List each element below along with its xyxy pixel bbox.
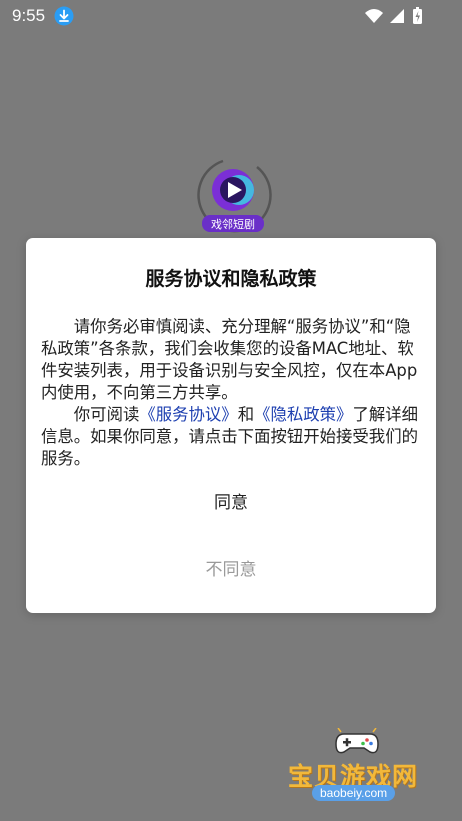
- dialog-paragraph-1: 请你务必审慎阅读、充分理解“服务协议”和“隐私政策”各条款，我们会收集您的设备M…: [41, 317, 418, 402]
- privacy-dialog: 服务协议和隐私政策 请你务必审慎阅读、充分理解“服务协议”和“隐私政策”各条款，…: [26, 238, 436, 613]
- watermark: 宝贝游戏网 baobeiy.com: [284, 728, 434, 816]
- paragraph-2-prefix: 你可阅读: [73, 405, 140, 424]
- disagree-button[interactable]: 不同意: [26, 548, 436, 592]
- gamepad-icon: [335, 728, 379, 754]
- status-time: 9:55: [12, 6, 46, 25]
- wifi-icon: [365, 9, 383, 23]
- battery-icon: [413, 7, 422, 24]
- service-agreement-link[interactable]: 《服务协议》: [139, 405, 237, 424]
- privacy-policy-link[interactable]: 《隐私政策》: [254, 405, 352, 424]
- signal-icon: [390, 9, 404, 23]
- dialog-body: 请你务必审慎阅读、充分理解“服务协议”和“隐私政策”各条款，我们会收集您的设备M…: [41, 316, 423, 470]
- dialog-title: 服务协议和隐私政策: [145, 268, 317, 290]
- paragraph-2-and: 和: [237, 405, 255, 424]
- app-logo-label: 戏邻短剧: [211, 217, 255, 231]
- app-logo: 戏邻短剧: [197, 159, 272, 233]
- dialog-paragraph-2: 你可阅读《服务协议》和《隐私政策》了解详细信息。如果你同意，请点击下面按钮开始接…: [41, 404, 423, 470]
- watermark-url: baobeiy.com: [312, 785, 396, 801]
- status-bar: 9:55: [0, 0, 462, 34]
- download-icon: [54, 6, 74, 26]
- agree-button[interactable]: 同意: [26, 481, 436, 525]
- system-status-icons: [365, 7, 422, 24]
